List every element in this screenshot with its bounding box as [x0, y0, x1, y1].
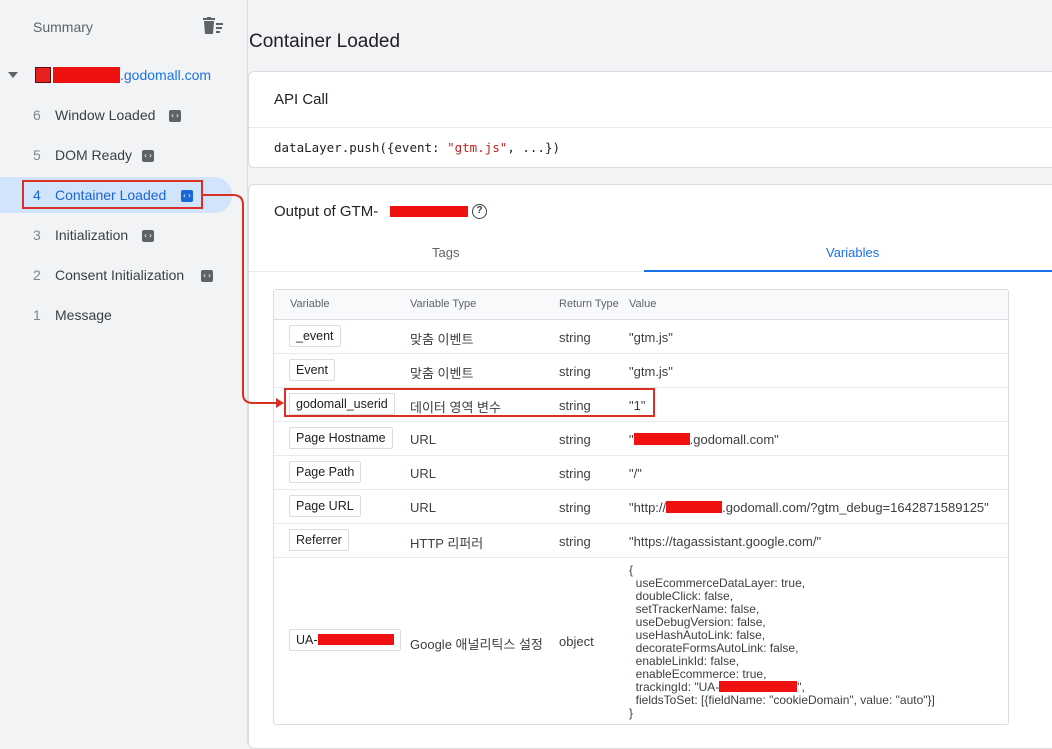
sidebar: Summary .godomall.com 6 Window Loaded ‹›… [0, 0, 248, 743]
event-item-message[interactable]: 1 Message [0, 297, 232, 333]
event-item-consent-initialization[interactable]: 2 Consent Initialization ‹› [0, 257, 232, 293]
variable-name[interactable]: Page Path [289, 461, 362, 483]
redaction-bar [317, 634, 394, 645]
table-row[interactable]: _event 맞춤 이벤트 string "gtm.js" [274, 320, 1008, 354]
variable-name[interactable]: Page Hostname [289, 427, 393, 449]
divider [249, 127, 1052, 128]
help-icon[interactable]: ? [472, 204, 487, 219]
variable-type: HTTP 리퍼러 [410, 536, 484, 551]
code-icon: ‹› [201, 270, 213, 282]
output-card: Output of GTM- ? Tags Variables Variable… [248, 184, 1052, 749]
return-type: string [559, 534, 591, 549]
redaction-bar [633, 433, 690, 445]
return-type: string [559, 432, 591, 447]
page-title: Container Loaded [249, 31, 401, 52]
table-header: Variable Variable Type Return Type Value [274, 290, 1008, 320]
site-favicon [35, 67, 51, 83]
variable-name[interactable]: Page URL [289, 495, 361, 517]
event-item-dom-ready[interactable]: 5 DOM Ready ‹› [0, 137, 232, 173]
event-item-initialization[interactable]: 3 Initialization ‹› [0, 217, 232, 253]
table-row[interactable]: Event 맞춤 이벤트 string "gtm.js" [274, 354, 1008, 388]
table-row[interactable]: Page Hostname URL string " .godomall.com" [274, 422, 1008, 456]
highlight-box-sidebar [22, 180, 203, 209]
container-domain[interactable]: .godomall.com [120, 67, 211, 83]
tab-tags[interactable]: Tags [432, 245, 459, 260]
active-tab-indicator [644, 270, 1052, 272]
return-type: string [559, 466, 591, 481]
variable-name[interactable]: _event [289, 325, 341, 347]
event-number: 1 [33, 307, 41, 323]
redaction-bar [666, 501, 723, 513]
variable-type: URL [410, 466, 437, 481]
variable-value: "gtm.js" [629, 364, 673, 379]
api-call-code: dataLayer.push({event: "gtm.js", ...}) [274, 140, 560, 155]
event-number: 2 [33, 267, 41, 283]
header-variable: Variable [290, 298, 330, 310]
event-label: Window Loaded [55, 107, 156, 123]
clear-messages-icon[interactable] [202, 17, 224, 37]
return-type: string [559, 364, 591, 379]
event-label: Consent Initialization [55, 267, 185, 283]
redaction-bar [53, 67, 120, 83]
variable-value: "https://tagassistant.google.com/" [629, 534, 822, 549]
variable-value-object: { useEcommerceDataLayer: true, doubleCli… [629, 564, 935, 720]
code-icon: ‹› [142, 230, 154, 242]
header-variable-type: Variable Type [410, 298, 477, 310]
code-prefix: dataLayer.push({event: [274, 140, 448, 155]
variable-name[interactable]: UA- [289, 629, 401, 651]
variables-table: Variable Variable Type Return Type Value… [273, 289, 1009, 725]
variable-name-prefix: UA- [296, 633, 318, 647]
variable-type: URL [410, 500, 437, 515]
event-number: 3 [33, 227, 41, 243]
table-row[interactable]: Referrer HTTP 리퍼러 string "https://tagass… [274, 524, 1008, 558]
event-label: Initialization [55, 227, 129, 243]
variable-name[interactable]: Event [289, 359, 335, 381]
redaction-bar [719, 681, 798, 692]
table-row[interactable]: Page Path URL string "/" [274, 456, 1008, 490]
variable-type: Google 애널리틱스 설정 [410, 637, 543, 652]
variable-type: URL [410, 432, 437, 447]
object-value-part1: { useEcommerceDataLayer: true, doubleCli… [629, 563, 806, 694]
summary-label[interactable]: Summary [33, 19, 93, 35]
api-call-title: API Call [274, 91, 329, 108]
code-icon: ‹› [169, 110, 181, 122]
value-suffix: .godomall.com" [689, 432, 779, 447]
tab-variables[interactable]: Variables [826, 245, 879, 260]
return-type: object [559, 634, 594, 649]
event-item-window-loaded[interactable]: 6 Window Loaded ‹› [0, 97, 232, 133]
variable-type: 맞춤 이벤트 [410, 366, 474, 381]
highlight-box-row [284, 388, 655, 417]
return-type: string [559, 500, 591, 515]
output-title: Output of GTM- [274, 203, 379, 220]
event-label: DOM Ready [55, 147, 133, 163]
variable-value: " .godomall.com" [629, 432, 779, 447]
variable-value: "/" [629, 466, 642, 481]
event-number: 6 [33, 107, 41, 123]
code-string: "gtm.js" [447, 140, 508, 155]
collapse-caret-icon[interactable] [8, 72, 18, 78]
variable-value: "gtm.js" [629, 330, 673, 345]
value-suffix: .godomall.com/?gtm_debug=1642871589125" [722, 500, 989, 515]
variable-value: "http:// .godomall.com/?gtm_debug=1642871… [629, 500, 989, 515]
header-return-type: Return Type [559, 298, 619, 310]
redaction-bar [390, 206, 468, 217]
table-row[interactable]: Page URL URL string "http:// .godomall.co… [274, 490, 1008, 524]
event-label: Message [55, 307, 112, 323]
table-row[interactable]: UA- Google 애널리틱스 설정 object { useEcommerc… [274, 558, 1008, 724]
return-type: string [559, 330, 591, 345]
value-prefix: "http:// [629, 500, 667, 515]
code-icon: ‹› [142, 150, 154, 162]
event-number: 5 [33, 147, 41, 163]
code-suffix: , ...}) [507, 140, 560, 155]
api-call-card: API Call dataLayer.push({event: "gtm.js"… [248, 71, 1052, 168]
variable-type: 맞춤 이벤트 [410, 332, 474, 347]
header-value: Value [629, 298, 657, 310]
container-row[interactable]: .godomall.com [0, 64, 248, 88]
variable-name[interactable]: Referrer [289, 529, 349, 551]
